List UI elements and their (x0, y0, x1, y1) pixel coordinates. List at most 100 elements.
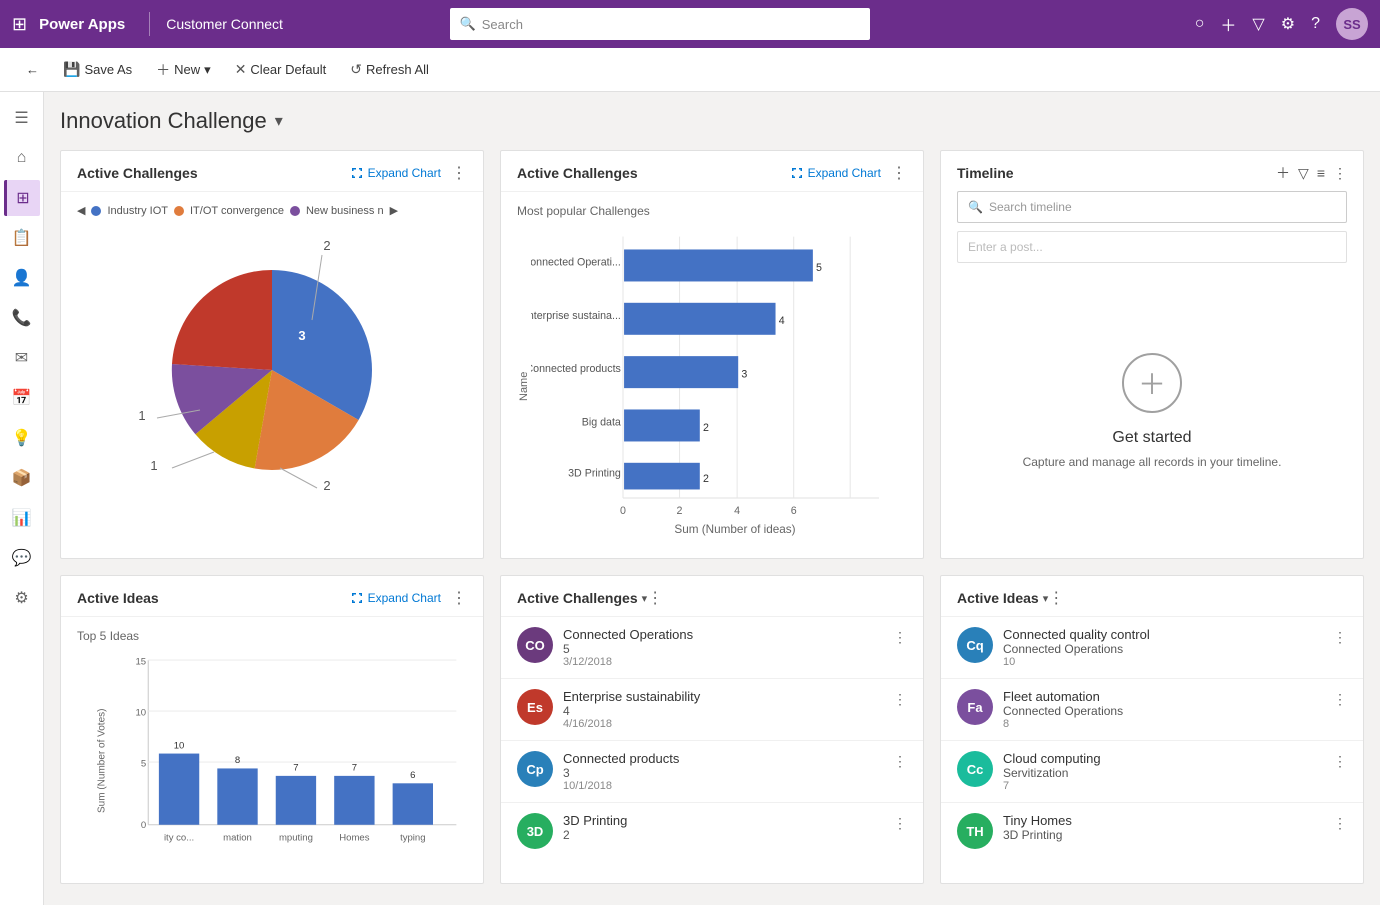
bar-label-1: 5 (816, 262, 822, 274)
pie-label-2-text: 2 (323, 238, 330, 253)
challenge-sub1-4: 2 (563, 828, 883, 842)
bar-chart-area: Name (517, 226, 907, 546)
bar-label-5: 2 (703, 473, 709, 485)
sidebar-item-dashboard[interactable]: ⊞ (4, 180, 40, 216)
challenge-title-4: 3D Printing (563, 813, 883, 828)
challenge-sub1-3: 3 (563, 766, 883, 780)
sidebar-item-packages[interactable]: 📦 (4, 460, 40, 496)
idea-more-4[interactable]: ⋮ (1333, 815, 1347, 832)
challenge-more-1[interactable]: ⋮ (893, 629, 907, 646)
svg-text:ity co...: ity co... (164, 833, 194, 844)
challenge-sub2-1: 3/12/2018 (563, 656, 883, 668)
back-button[interactable]: ← (16, 56, 49, 83)
challenges-list-more[interactable]: ⋮ (647, 588, 663, 608)
idea-content-2: Fleet automation Connected Operations 8 (1003, 689, 1323, 730)
refresh-all-label: Refresh All (366, 62, 429, 77)
sidebar: ☰ ⌂ ⊞ 📋 👤 📞 ✉ 📅 💡 📦 📊 💬 ⚙ (0, 92, 44, 905)
challenge-more-2[interactable]: ⋮ (893, 691, 907, 708)
pie-label-1b-text: 1 (150, 458, 157, 473)
avatar[interactable]: SS (1336, 8, 1368, 40)
ideas-more-button[interactable]: ⋮ (451, 588, 467, 608)
help-icon[interactable]: ? (1311, 15, 1320, 33)
sidebar-item-phone[interactable]: 📞 (4, 300, 40, 336)
sidebar-item-settings[interactable]: ⚙ (4, 580, 40, 616)
sidebar-item-insights[interactable]: 💡 (4, 420, 40, 456)
bar-3 (624, 356, 738, 388)
bar-expand-button[interactable]: Expand Chart (790, 166, 881, 180)
pie-expand-button[interactable]: Expand Chart (350, 166, 441, 180)
challenge-item-2: Es Enterprise sustainability 4 4/16/2018… (501, 679, 923, 741)
ideas-list-header: Active Ideas ▾ ⋮ (941, 576, 1363, 617)
idea-more-2[interactable]: ⋮ (1333, 691, 1347, 708)
idea-more-3[interactable]: ⋮ (1333, 753, 1347, 770)
challenge-more-4[interactable]: ⋮ (893, 815, 907, 832)
bar-card-title: Active Challenges (517, 165, 790, 181)
ideas-list-actions: ⋮ (1048, 588, 1064, 608)
sidebar-item-home[interactable]: ⌂ (4, 140, 40, 176)
svg-text:mputing: mputing (279, 833, 313, 844)
ideas-list-more[interactable]: ⋮ (1048, 588, 1064, 608)
idea-avatar-4: TH (957, 813, 993, 849)
x-tick-6: 6 (791, 505, 797, 517)
refresh-all-button[interactable]: ↺ Refresh All (340, 55, 439, 84)
idea-title-1: Connected quality control (1003, 627, 1323, 642)
sidebar-item-menu[interactable]: ☰ (4, 100, 40, 136)
new-dropdown-icon[interactable]: ▾ (204, 62, 211, 78)
x-axis-title: Sum (Number of ideas) (674, 523, 795, 536)
timeline-sort-button[interactable]: ≡ (1317, 165, 1325, 181)
timeline-card: Timeline ＋ ▽ ≡ ⋮ 🔍 Search timeline Enter… (940, 150, 1364, 559)
ideas-expand-button[interactable]: Expand Chart (350, 591, 441, 605)
pie-svg: 3 2 1 1 2 (142, 240, 402, 500)
ideas-bar-2 (217, 768, 257, 824)
timeline-header: Timeline ＋ ▽ ≡ ⋮ (941, 151, 1363, 191)
challenges-list-body: CO Connected Operations 5 3/12/2018 ⋮ Es… (501, 617, 923, 859)
filter-icon[interactable]: ▽ (1252, 14, 1264, 34)
sidebar-item-chat[interactable]: 💬 (4, 540, 40, 576)
settings-icon[interactable]: ⚙ (1281, 14, 1295, 34)
bar-more-button[interactable]: ⋮ (891, 163, 907, 183)
pie-more-button[interactable]: ⋮ (451, 163, 467, 183)
challenge-avatar-3: Cp (517, 751, 553, 787)
sidebar-item-email[interactable]: ✉ (4, 340, 40, 376)
challenge-more-3[interactable]: ⋮ (893, 753, 907, 770)
ideas-expand-icon (350, 591, 364, 605)
challenge-avatar-2: Es (517, 689, 553, 725)
timeline-search[interactable]: 🔍 Search timeline (957, 191, 1347, 223)
legend-next-icon[interactable]: ▶ (390, 204, 398, 217)
global-search[interactable]: 🔍 Search (450, 8, 870, 40)
idea-sub2-2: 8 (1003, 718, 1323, 730)
idea-more-1[interactable]: ⋮ (1333, 629, 1347, 646)
bar-chart-inner: 5 4 3 2 (531, 226, 907, 546)
search-icon: 🔍 (460, 16, 476, 32)
y-label-2: Enterprise sustaina... (531, 310, 621, 322)
grid-icon[interactable]: ⊞ (12, 14, 27, 35)
idea-title-2: Fleet automation (1003, 689, 1323, 704)
top-nav: ⊞ Power Apps Customer Connect 🔍 Search ○… (0, 0, 1380, 48)
active-ideas-list-card: Active Ideas ▾ ⋮ Cq Connected quality co… (940, 575, 1364, 884)
legend-prev-icon[interactable]: ◀ (77, 204, 85, 217)
clear-default-label: Clear Default (250, 62, 326, 77)
sidebar-item-pages[interactable]: 📋 (4, 220, 40, 256)
new-button[interactable]: ＋ New ▾ (146, 54, 221, 86)
plus-icon[interactable]: ＋ (1220, 12, 1236, 36)
svg-text:15: 15 (136, 656, 147, 667)
sidebar-item-contacts[interactable]: 👤 (4, 260, 40, 296)
circle-icon[interactable]: ○ (1195, 15, 1205, 33)
timeline-more-button[interactable]: ⋮ (1333, 165, 1347, 182)
svg-text:10: 10 (136, 707, 147, 718)
idea-content-3: Cloud computing Servitization 7 (1003, 751, 1323, 792)
idea-sub1-4: 3D Printing (1003, 828, 1323, 842)
sidebar-item-calendar[interactable]: 📅 (4, 380, 40, 416)
timeline-post-area[interactable]: Enter a post... (957, 231, 1347, 263)
sidebar-item-reports[interactable]: 📊 (4, 500, 40, 536)
timeline-add-button[interactable]: ＋ (1276, 163, 1290, 183)
save-as-button[interactable]: 💾 Save As (53, 55, 142, 84)
bar-1 (624, 249, 813, 281)
clear-default-button[interactable]: ✕ Clear Default (225, 55, 337, 84)
timeline-filter-button[interactable]: ▽ (1298, 165, 1309, 182)
page-title-caret[interactable]: ▾ (275, 111, 283, 131)
challenges-list-header: Active Challenges ▾ ⋮ (501, 576, 923, 617)
bar-expand-label: Expand Chart (808, 166, 881, 180)
x-tick-4: 4 (734, 505, 740, 517)
timeline-gs-title: Get started (1112, 429, 1191, 447)
